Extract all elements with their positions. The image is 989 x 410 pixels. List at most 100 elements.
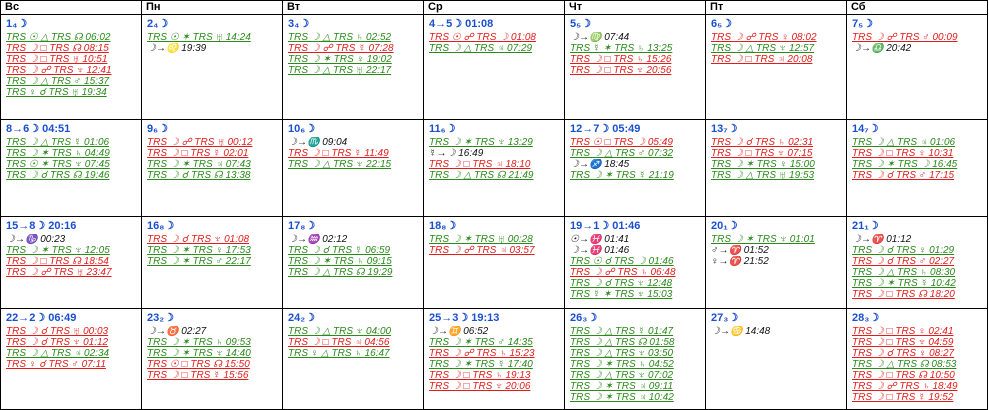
aspect-line: TRS ☽ △ TRS ☊ 19:29	[288, 267, 393, 278]
aspect-line: TRS ☽ □ TRS ♀ 10:31	[852, 148, 954, 159]
day-number: 2₄☽	[147, 18, 169, 30]
ingress-line: ☽→♋ 14:48	[711, 326, 771, 337]
day-number: 5₅☽	[570, 18, 592, 30]
day-number: 4→5☽ 01:08	[429, 18, 494, 30]
aspect-line: TRS ☽ △ TRS ♄ 02:52	[288, 32, 392, 43]
aspect-line: TRS ☽ ☍ TRS ♄ 15:23	[429, 348, 535, 359]
aspect-line: TRS ☿ ✶ TRS ♄ 13:25	[570, 43, 673, 54]
day-cell[interactable]: 7₅☽ TRS ☽ ☍ TRS ♂ 00:09 ☽→♎ 20:42	[847, 15, 988, 120]
aspect-line: TRS ☽ ✶ TRS ♆ 14:40	[147, 348, 251, 359]
aspect-line: TRS ☽ □ TRS ☿ 02:01	[147, 148, 249, 159]
aspect-line: TRS ☽ ☌ TRS ♆ 12:48	[570, 278, 673, 289]
day-cell[interactable]: 14₇☽ TRS ☽ △ TRS ♃ 01:06 TRS ☽ □ TRS ♀ 10:…	[847, 120, 988, 217]
day-number: 8→6☽ 04:51	[6, 123, 71, 135]
aspect-line: TRS ☉ ☌ TRS ☽ 01:46	[570, 256, 674, 267]
day-number: 23₂☽	[147, 312, 174, 324]
day-cell[interactable]: 12→7☽ 05:49 TRS ☉ □ TRS ☽ 05:49 TRS ☽ △ TR…	[565, 120, 706, 217]
aspect-line: TRS ☽ ☌ TRS ♀ 08:27	[852, 348, 955, 359]
day-cell[interactable]: 9₆☽ TRS ☽ ☍ TRS ♅ 00:12 TRS ☽ □ TRS ☿ 02:0…	[142, 120, 283, 217]
aspect-line: TRS ☽ ✶ TRS ♆ 13:29	[429, 137, 533, 148]
aspect-line: TRS ☽ △ TRS ☊ 21:49	[429, 170, 534, 181]
day-cell[interactable]: 1₄☽ TRS ☉ △ TRS ☊ 06:02 TRS ☽ □ TRS ☊ 08:1…	[1, 15, 142, 120]
aspect-line: TRS ☽ □ TRS ♃ 20:08	[711, 54, 813, 65]
day-number: 20₁☽	[711, 220, 738, 232]
aspect-line: TRS ♀ ☌ TRS ♅ 19:34	[6, 87, 107, 98]
aspect-line: TRS ☽ □ TRS ☿ 15:56	[147, 370, 249, 381]
aspect-line: TRS ☽ ✶ TRS ♂ 14:35	[429, 337, 533, 348]
day-cell[interactable]: 6₅☽ TRS ☽ ☍ TRS ♀ 08:02 TRS ☽ △ TRS ♆ 12:5…	[706, 15, 847, 120]
ingress-line: ☽→♑ 00:23	[6, 234, 66, 245]
ingress-line: ☽→♓ 01:46	[570, 245, 630, 256]
aspect-line: TRS ☽ △ TRS ♆ 04:00	[288, 326, 392, 337]
day-number: 22→2☽ 06:49	[6, 312, 77, 324]
ingress-line: ☉→♓ 01:41	[570, 234, 630, 245]
day-number: 9₆☽	[147, 123, 168, 135]
day-cell[interactable]: 5₅☽ ☽→♍ 07:44 TRS ☿ ✶ TRS ♄ 13:25 TRS ☽ □ T…	[565, 15, 706, 120]
day-cell[interactable]: 11₆☽ TRS ☽ ✶ TRS ♆ 13:29 ☿→☽ 16:49 TRS ☽ □ …	[424, 120, 565, 217]
aspect-line: TRS ☽ △ TRS ♃ 01:06	[852, 137, 956, 148]
day-cell[interactable]: 3₄☽ TRS ☽ △ TRS ♄ 02:52 TRS ☽ ☍ TRS ☿ 07:2…	[283, 15, 424, 120]
aspect-line: TRS ☽ △ TRS ♂ 15:37	[6, 76, 110, 87]
header-monday: Пн	[142, 1, 283, 15]
aspect-line: TRS ☽ ☌ TRS ♀ 01:29	[852, 245, 955, 256]
day-cell[interactable]: 19→1☽ 01:46 ☉→♓ 01:41 ☽→♓ 01:46 TRS ☉ ☌ TRS…	[565, 217, 706, 309]
day-number: 14₇☽	[852, 123, 879, 135]
aspect-line: TRS ☽ ✶ TRS ♂ 22:17	[147, 256, 251, 267]
ingress-line: ☽→♏ 09:04	[288, 137, 348, 148]
aspect-line: TRS ☽ ✶ TRS ♃ 09:11	[570, 381, 674, 392]
aspect-line: TRS ☽ ☍ TRS ♅ 23:47	[6, 267, 112, 278]
ingress-line: ♂→♈ 01:52	[711, 245, 769, 256]
day-cell[interactable]: 24₂☽ TRS ☽ △ TRS ♆ 04:00 TRS ☽ □ TRS ♃ 04:…	[283, 309, 424, 410]
day-cell[interactable]: 26₃☽ TRS ☽ △ TRS ☿ 01:47 TRS ☽ △ TRS ☊ 01:…	[565, 309, 706, 410]
aspect-line: TRS ☽ ☌ TRS ♆ 01:12	[6, 337, 109, 348]
day-number: 15→8☽ 20:16	[6, 220, 77, 232]
day-cell[interactable]: 28₃☽ TRS ☽ □ TRS ♀ 02:41 TRS ☽ □ TRS ♆ 04:…	[847, 309, 988, 410]
aspect-line: TRS ☽ ✶ TRS ♀ 15:00	[711, 159, 815, 170]
header-thursday: Чт	[565, 1, 706, 15]
aspect-line: TRS ☉ □ TRS ☊ 15:50	[147, 359, 250, 370]
aspect-line: TRS ☽ ☌ TRS ♂ 17:15	[852, 170, 955, 181]
day-cell[interactable]: 2₄☽ TRS ☉ ✶ TRS ♅ 14:24 ☽→♌ 19:39	[142, 15, 283, 120]
day-cell[interactable]: 18₈☽ TRS ☽ ✶ TRS ♅ 00:28 TRS ☽ ☍ TRS ♃ 03:…	[424, 217, 565, 309]
day-cell[interactable]: 25→3☽ 19:13 ☽→♊ 06:52 TRS ☽ ✶ TRS ♂ 14:35 T…	[424, 309, 565, 410]
ingress-line: ☽→♊ 06:52	[429, 326, 489, 337]
aspect-line: TRS ☽ □ TRS ♄ 15:26	[570, 54, 672, 65]
day-cell[interactable]: 16₈☽ TRS ☽ ☌ TRS ♆ 01:08 TRS ☽ ✶ TRS ♀ 17:…	[142, 217, 283, 309]
aspect-line: TRS ☽ ✶ TRS ♀ 19:02	[288, 54, 392, 65]
aspect-line: TRS ☽ △ TRS ♆ 07:02	[570, 370, 674, 381]
day-cell[interactable]: 21₁☽ ☽→♈ 01:12 TRS ☽ ☌ TRS ♀ 01:29 TRS ☽ ☌ …	[847, 217, 988, 309]
aspect-line: TRS ☽ ✶ TRS ♄ 04:52	[570, 359, 674, 370]
day-number: 3₄☽	[288, 18, 310, 30]
day-cell[interactable]: 27₃☽ ☽→♋ 14:48	[706, 309, 847, 410]
aspect-line: TRS ☽ □ TRS ☊ 10:50	[852, 370, 955, 381]
day-cell[interactable]: 17₈☽ ☽→♒ 02:12 TRS ☽ ☌ TRS ☿ 06:59 TRS ☽ ✶ …	[283, 217, 424, 309]
aspect-line: TRS ☽ ✶ TRS ♆ 01:01	[711, 234, 815, 245]
aspect-line: TRS ☽ □ TRS ♆ 20:56	[570, 65, 672, 76]
day-number: 10₆☽	[288, 123, 316, 135]
day-cell[interactable]: 8→6☽ 04:51 TRS ☽ △ TRS ☿ 01:06 TRS ☽ ✶ TRS…	[1, 120, 142, 217]
calendar-grid: Вс Пн Вт Ср Чт Пт Сб 1₄☽ TRS ☉ △ TRS ☊ 06…	[0, 0, 988, 410]
header-wednesday: Ср	[424, 1, 565, 15]
ingress-line: ☿→☽ 16:49	[429, 148, 484, 159]
aspect-line: TRS ☽ ☌ TRS ☊ 13:38	[147, 170, 251, 181]
aspect-line: TRS ☽ ☌ TRS ♂ 02:27	[852, 256, 955, 267]
aspect-line: TRS ☽ □ TRS ☿ 19:52	[852, 392, 954, 403]
aspect-line: TRS ☽ ☌ TRS ♆ 01:08	[147, 234, 250, 245]
aspect-line: TRS ☽ ✶ TRS ♃ 07:43	[147, 159, 251, 170]
day-cell[interactable]: 13₇☽ TRS ☽ ☌ TRS ♄ 02:31 TRS ☽ □ TRS ♆ 07:…	[706, 120, 847, 217]
aspect-line: TRS ☽ ✶ TRS ☽ 16:45	[852, 159, 958, 170]
aspect-line: TRS ☽ △ TRS ☊ 08:53	[852, 359, 957, 370]
ingress-line: ☽→♎ 20:42	[852, 43, 912, 54]
day-cell[interactable]: 15→8☽ 20:16 ☽→♑ 00:23 TRS ☽ ✶ TRS ♆ 12:05 T…	[1, 217, 142, 309]
ingress-line: ☽→♍ 07:44	[570, 32, 630, 43]
aspect-line: TRS ☽ ☍ TRS ♄ 06:48	[570, 267, 676, 278]
day-cell[interactable]: 20₁☽ TRS ☽ ✶ TRS ♆ 01:01 ♂→♈ 01:52 ♀→♈ 21:5…	[706, 217, 847, 309]
day-cell[interactable]: 4→5☽ 01:08 TRS ☉ ☍ TRS ☽ 01:08 TRS ☽ △ TRS…	[424, 15, 565, 120]
aspect-line: TRS ☽ △ TRS ♅ 19:53	[711, 170, 815, 181]
aspect-line: TRS ☽ ☌ TRS ♅ 00:03	[6, 326, 109, 337]
lunar-calendar: Вс Пн Вт Ср Чт Пт Сб 1₄☽ TRS ☉ △ TRS ☊ 06…	[0, 0, 989, 410]
day-cell[interactable]: 22→2☽ 06:49 TRS ☽ ☌ TRS ♅ 00:03 TRS ☽ ☌ TR…	[1, 309, 142, 410]
aspect-line: TRS ☽ △ TRS ♆ 12:57	[711, 43, 815, 54]
day-cell[interactable]: 23₂☽ ☽→♉ 02:27 TRS ☽ ✶ TRS ♄ 09:53 TRS ☽ ✶ …	[142, 309, 283, 410]
day-cell[interactable]: 10₆☽ ☽→♏ 09:04 TRS ☽ □ TRS ☿ 11:49 TRS ☽ △ …	[283, 120, 424, 217]
